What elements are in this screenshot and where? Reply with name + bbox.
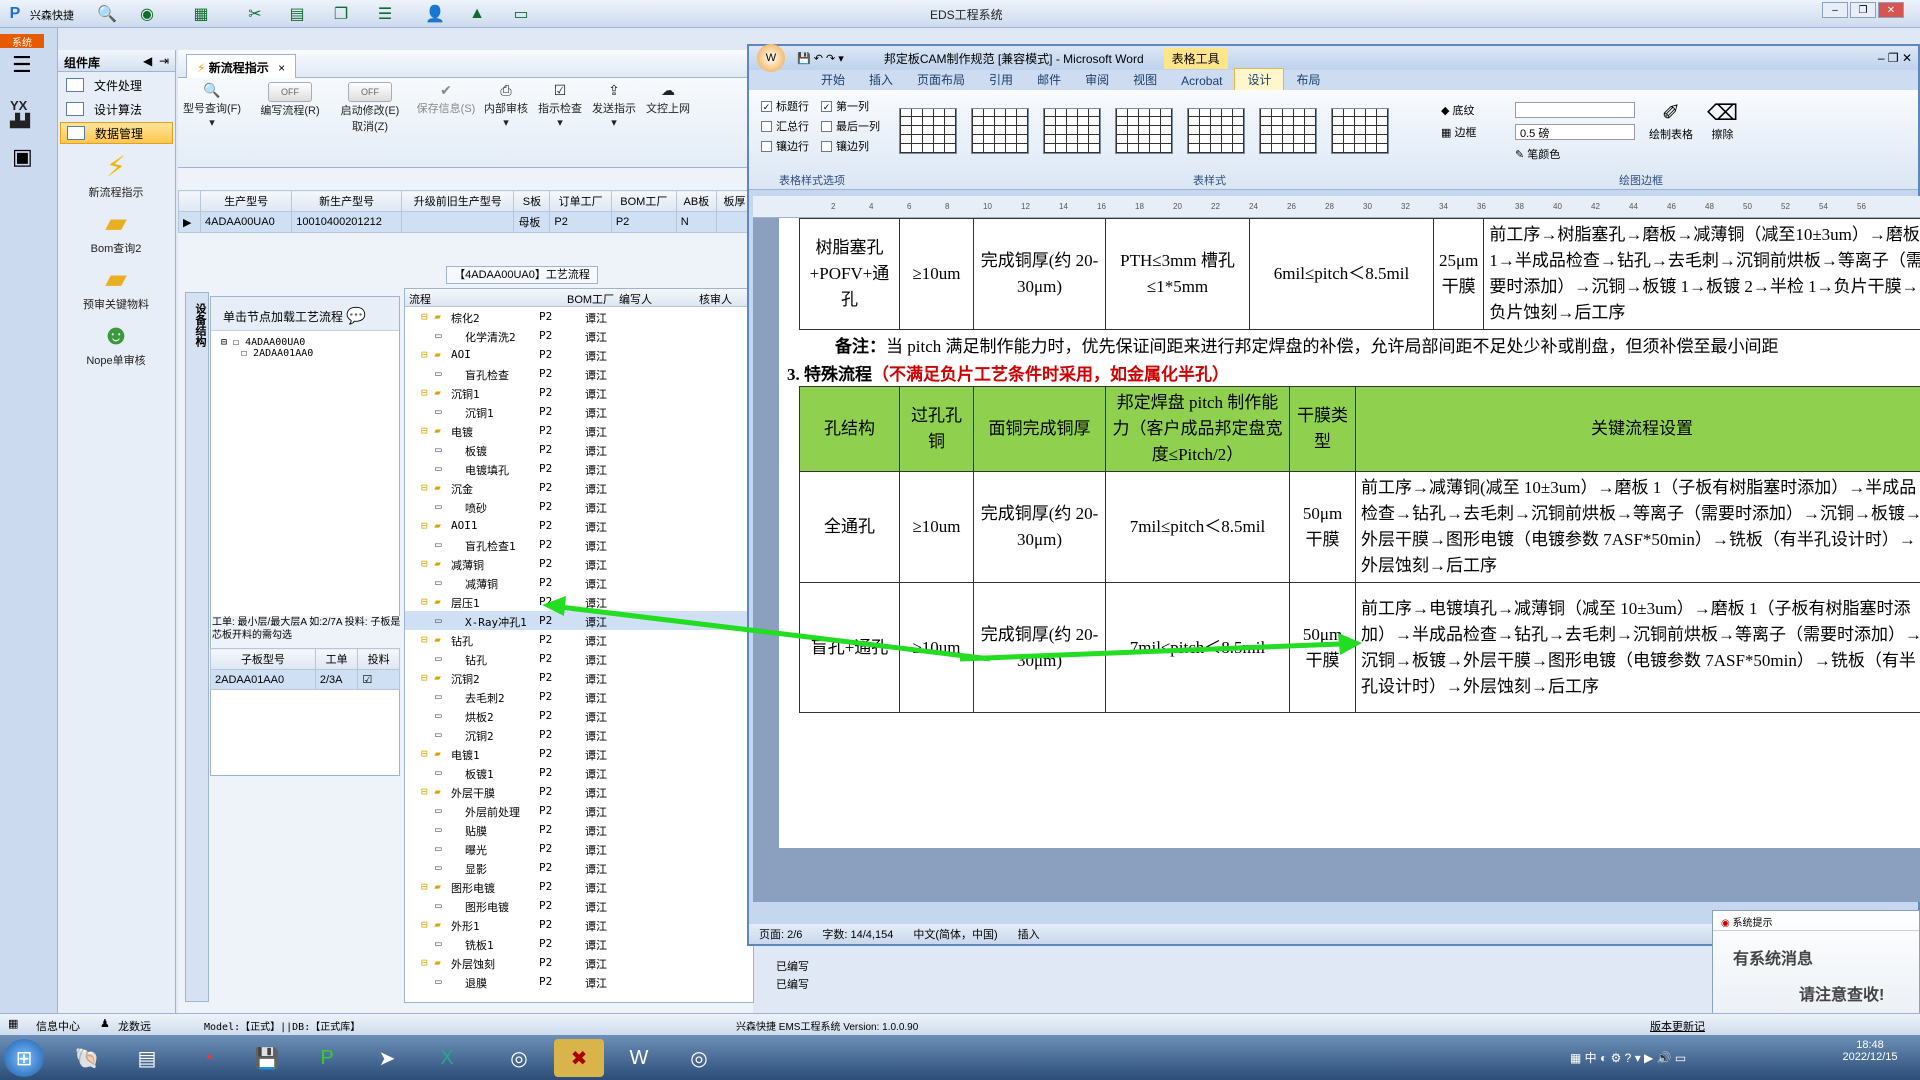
arrow-line [559, 604, 991, 662]
arrow-head [542, 596, 566, 616]
clock-time: 18:48 [1856, 1039, 1884, 1051]
taskbar-app-icon[interactable]: ◎ [494, 1039, 544, 1077]
app-statusbar: ▦ 信息中心 ♟ 龙数远 Model:【正式】||DB:【正式库】 兴森快捷 E… [0, 1013, 1920, 1035]
clock-date: 2022/12/15 [1842, 1051, 1898, 1063]
annotation-arrows [542, 596, 1362, 662]
taskbar-app-icon[interactable]: W [614, 1039, 664, 1077]
tray-icons[interactable]: ▦ 中 ◐ ⚙ ? ▾ ▶ 🔊 ▭ [1570, 1049, 1686, 1066]
info-center[interactable]: 信息中心 [36, 1018, 80, 1034]
start-button[interactable]: ⊞ [4, 1039, 44, 1077]
taskbar-app-icon[interactable]: P [302, 1039, 352, 1077]
user-name: 龙数远 [118, 1021, 151, 1033]
grid-icon: ▦ [8, 1018, 19, 1030]
notification-header: ◉ 系统提示 [1713, 911, 1919, 931]
taskbar-app-icon[interactable]: X [422, 1039, 472, 1077]
taskbar-app-icon[interactable]: ◔ [182, 1039, 232, 1077]
arrow-head [1338, 633, 1362, 655]
taskbar-app-icon[interactable]: ✖ [554, 1039, 604, 1077]
taskbar-app-icon[interactable]: 💾 [242, 1039, 292, 1077]
user-icon: ♟ [100, 1018, 110, 1030]
notification-line1: 有系统消息 [1733, 951, 1814, 968]
clock[interactable]: 18:48 2022/12/15 [1830, 1039, 1910, 1063]
taskbar-app-icon[interactable]: ▤ [122, 1039, 172, 1077]
taskbar-app-icon[interactable]: ◎ [674, 1039, 724, 1077]
update-link[interactable]: 版本更新记 [1650, 1018, 1705, 1034]
taskbar: ⊞ 🐚 ▤ ◔ 💾 P ➤ X ◎ ✖ W ◎ ▦ 中 ◐ ⚙ ? ▾ ▶ 🔊 … [0, 1035, 1920, 1080]
taskbar-app-icon[interactable]: 🐚 [62, 1039, 112, 1077]
arrow-line [959, 641, 1341, 662]
notification-line2: 请注意查收! [1799, 987, 1885, 1004]
notification-title: 系统提示 [1732, 918, 1773, 929]
taskbar-app-icon[interactable]: ➤ [362, 1039, 412, 1077]
alert-icon: ◉ [1721, 918, 1730, 929]
model-info: Model:【正式】||DB:【正式库】 [204, 1022, 361, 1033]
version-info: 兴森快捷 EMS工程系统 Version: 1.0.0.90 [736, 1022, 919, 1033]
